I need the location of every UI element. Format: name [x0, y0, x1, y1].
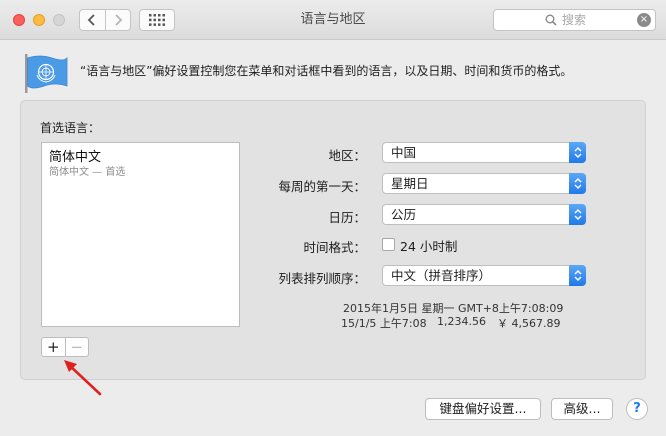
show-all-button[interactable] [139, 9, 175, 31]
region-select[interactable]: 中国 [382, 142, 586, 163]
first-day-value: 星期日 [391, 176, 429, 191]
title-bar: 语言与地区 搜索 × [0, 0, 666, 40]
updown-arrow-icon [569, 173, 586, 194]
24-hour-checkbox[interactable] [382, 238, 395, 251]
time-format-label: 时间格式： [303, 240, 366, 255]
first-day-label: 每周的第一天： [278, 179, 366, 194]
zoom-button[interactable] [53, 14, 65, 26]
back-button[interactable] [80, 10, 105, 30]
language-subtitle: 简体中文 — 首选 [49, 167, 126, 178]
region-label: 地区： [328, 148, 366, 163]
advanced-button[interactable]: 高级... [551, 398, 613, 420]
sample-date-long: 2015年1月5日 星期一 GMT+8上午7:08:09 [343, 302, 564, 315]
grid-icon [149, 14, 165, 26]
forward-button[interactable] [104, 10, 131, 30]
annotation-arrow-icon [64, 360, 102, 396]
keyboard-preferences-button[interactable]: 键盘偏好设置... [425, 398, 541, 420]
preferred-languages-title: 首选语言： [40, 121, 101, 135]
nav-buttons [79, 9, 131, 31]
24-hour-checkbox-label[interactable]: 24 小时制 [400, 236, 457, 255]
calendar-label: 日历： [328, 210, 366, 225]
add-language-button[interactable]: + [42, 338, 65, 356]
chevron-right-icon [115, 14, 123, 26]
calendar-select[interactable]: 公历 [382, 204, 586, 225]
sort-order-select[interactable]: 中文（拼音排序） [382, 265, 586, 286]
description-text: “语言与地区”偏好设置控制您在菜单和对话框中看到的语言，以及日期、时间和货币的格… [80, 64, 573, 78]
first-day-select[interactable]: 星期日 [382, 173, 586, 194]
un-flag-icon [25, 54, 68, 93]
search-icon [545, 14, 557, 26]
add-remove-control: + − [41, 337, 89, 357]
updown-arrow-icon [569, 142, 586, 163]
close-button[interactable] [13, 14, 25, 26]
sort-order-label: 列表排列顺序： [278, 271, 366, 286]
search-placeholder: 搜索 [562, 13, 587, 27]
sort-order-value: 中文（拼音排序） [391, 268, 492, 283]
sample-number: 1,234.56 [437, 315, 486, 328]
sample-date-short: 15/1/5 上午7:08 [341, 317, 427, 330]
updown-arrow-icon [569, 265, 586, 286]
help-button[interactable]: ? [626, 398, 648, 420]
remove-language-button[interactable]: − [64, 338, 89, 356]
chevron-left-icon [87, 14, 95, 26]
minimize-button[interactable] [33, 14, 45, 26]
updown-arrow-icon [569, 204, 586, 225]
language-list[interactable]: 简体中文 简体中文 — 首选 [41, 142, 240, 327]
search-input[interactable]: 搜索 × [493, 9, 656, 31]
region-value: 中国 [391, 145, 417, 160]
calendar-value: 公历 [391, 207, 417, 222]
clear-icon[interactable]: × [637, 13, 651, 27]
sample-currency: ￥ 4,567.89 [497, 317, 561, 330]
